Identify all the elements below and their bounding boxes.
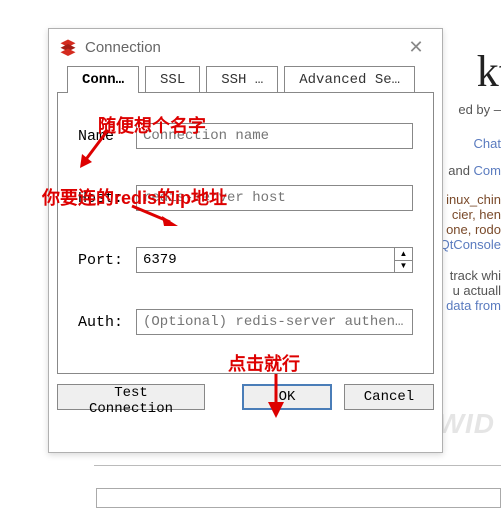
tab-panel: Name Host: Port: ▲ ▼ Auth: [57, 92, 434, 374]
port-spinner[interactable]: ▲ ▼ [395, 247, 413, 273]
connection-dialog: Connection ✕ Conn… SSL SSH … Advanced Se… [48, 28, 443, 453]
spinner-up-icon[interactable]: ▲ [395, 248, 412, 261]
cancel-button[interactable]: Cancel [344, 384, 434, 410]
spinner-down-icon[interactable]: ▼ [395, 261, 412, 273]
name-label: Name [78, 128, 136, 145]
bg-line8[interactable]: data from [446, 298, 501, 313]
tab-ssh[interactable]: SSH … [206, 66, 278, 93]
bg-chat-link[interactable]: Chat [474, 136, 501, 151]
bg-line2: and Com [448, 163, 501, 178]
bg-line7: u actuall [453, 283, 501, 298]
bg-code-2: cier, hen [452, 207, 501, 222]
port-input[interactable] [136, 247, 395, 273]
name-input[interactable] [136, 123, 413, 149]
tab-bar: Conn… SSL SSH … Advanced Se… [57, 66, 434, 93]
bg-title: kt [477, 46, 501, 97]
bg-divider [94, 465, 501, 466]
redis-icon [59, 38, 77, 56]
port-label: Port: [78, 252, 136, 269]
host-label: Host: [78, 190, 136, 207]
dialog-title: Connection [85, 39, 400, 56]
tab-advanced[interactable]: Advanced Se… [284, 66, 415, 93]
bg-line6: track whi [450, 268, 501, 283]
ok-button[interactable]: OK [242, 384, 332, 410]
close-icon: ✕ [408, 37, 423, 58]
bg-box [96, 488, 501, 508]
bg-code-1: inux_chin [446, 192, 501, 207]
test-connection-button[interactable]: Test Connection [57, 384, 205, 410]
tab-ssl[interactable]: SSL [145, 66, 200, 93]
bg-qtconsole[interactable]: QtConsole [440, 237, 501, 252]
tab-connection[interactable]: Conn… [67, 66, 139, 93]
auth-label: Auth: [78, 314, 136, 331]
bg-byline: ed by – [458, 102, 501, 117]
close-button[interactable]: ✕ [400, 31, 432, 63]
host-input[interactable] [136, 185, 413, 211]
auth-input[interactable] [136, 309, 413, 335]
bg-code-3: one, rodo [446, 222, 501, 237]
titlebar: Connection ✕ [49, 29, 442, 65]
